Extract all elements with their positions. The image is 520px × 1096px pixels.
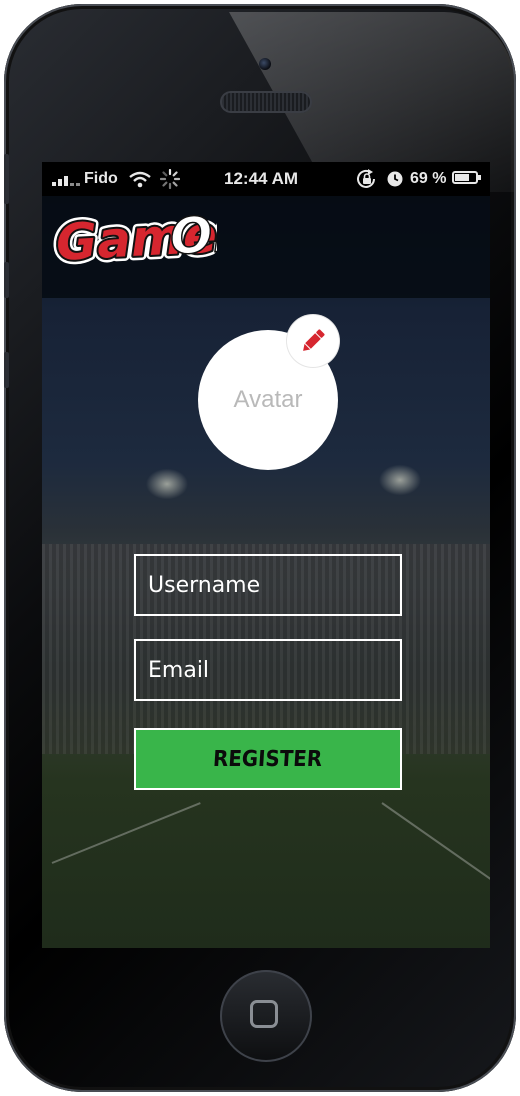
- username-field[interactable]: [134, 554, 402, 616]
- app-header: GameOn GameOn Game On: [42, 196, 490, 298]
- battery-icon: [452, 171, 481, 184]
- avatar-label: Avatar: [233, 386, 303, 413]
- wifi-icon: [129, 171, 151, 188]
- volume-up-button: [4, 262, 9, 298]
- gameon-logo: GameOn GameOn Game On: [52, 198, 217, 276]
- rotation-lock-icon: [357, 169, 375, 188]
- volume-down-button: [4, 352, 9, 388]
- carrier-name: Fido: [84, 170, 118, 187]
- email-field[interactable]: [134, 639, 402, 701]
- mute-switch: [4, 154, 9, 204]
- phone-frame: Fido 12:44 AM 69 % GameOn GameOn Game On…: [4, 4, 516, 1092]
- front-camera: [259, 58, 271, 70]
- home-button[interactable]: [220, 970, 312, 1062]
- register-button-label: REGISTER: [212, 746, 324, 772]
- battery-percent: 69 %: [410, 170, 447, 187]
- home-square-icon: [250, 1000, 278, 1028]
- edit-avatar-button[interactable]: [287, 315, 339, 367]
- alarm-clock-icon: [387, 171, 403, 187]
- status-bar: Fido 12:44 AM 69 %: [42, 162, 490, 196]
- pencil-icon: [303, 329, 325, 351]
- activity-spinner-icon: [160, 169, 180, 189]
- earpiece-speaker: [220, 91, 312, 113]
- clock-time: 12:44 AM: [224, 169, 299, 188]
- screen: Fido 12:44 AM 69 % GameOn GameOn Game On…: [42, 162, 490, 948]
- svg-text:On: On: [168, 204, 217, 266]
- register-button[interactable]: REGISTER: [134, 728, 402, 790]
- signal-strength-icon: [52, 172, 80, 186]
